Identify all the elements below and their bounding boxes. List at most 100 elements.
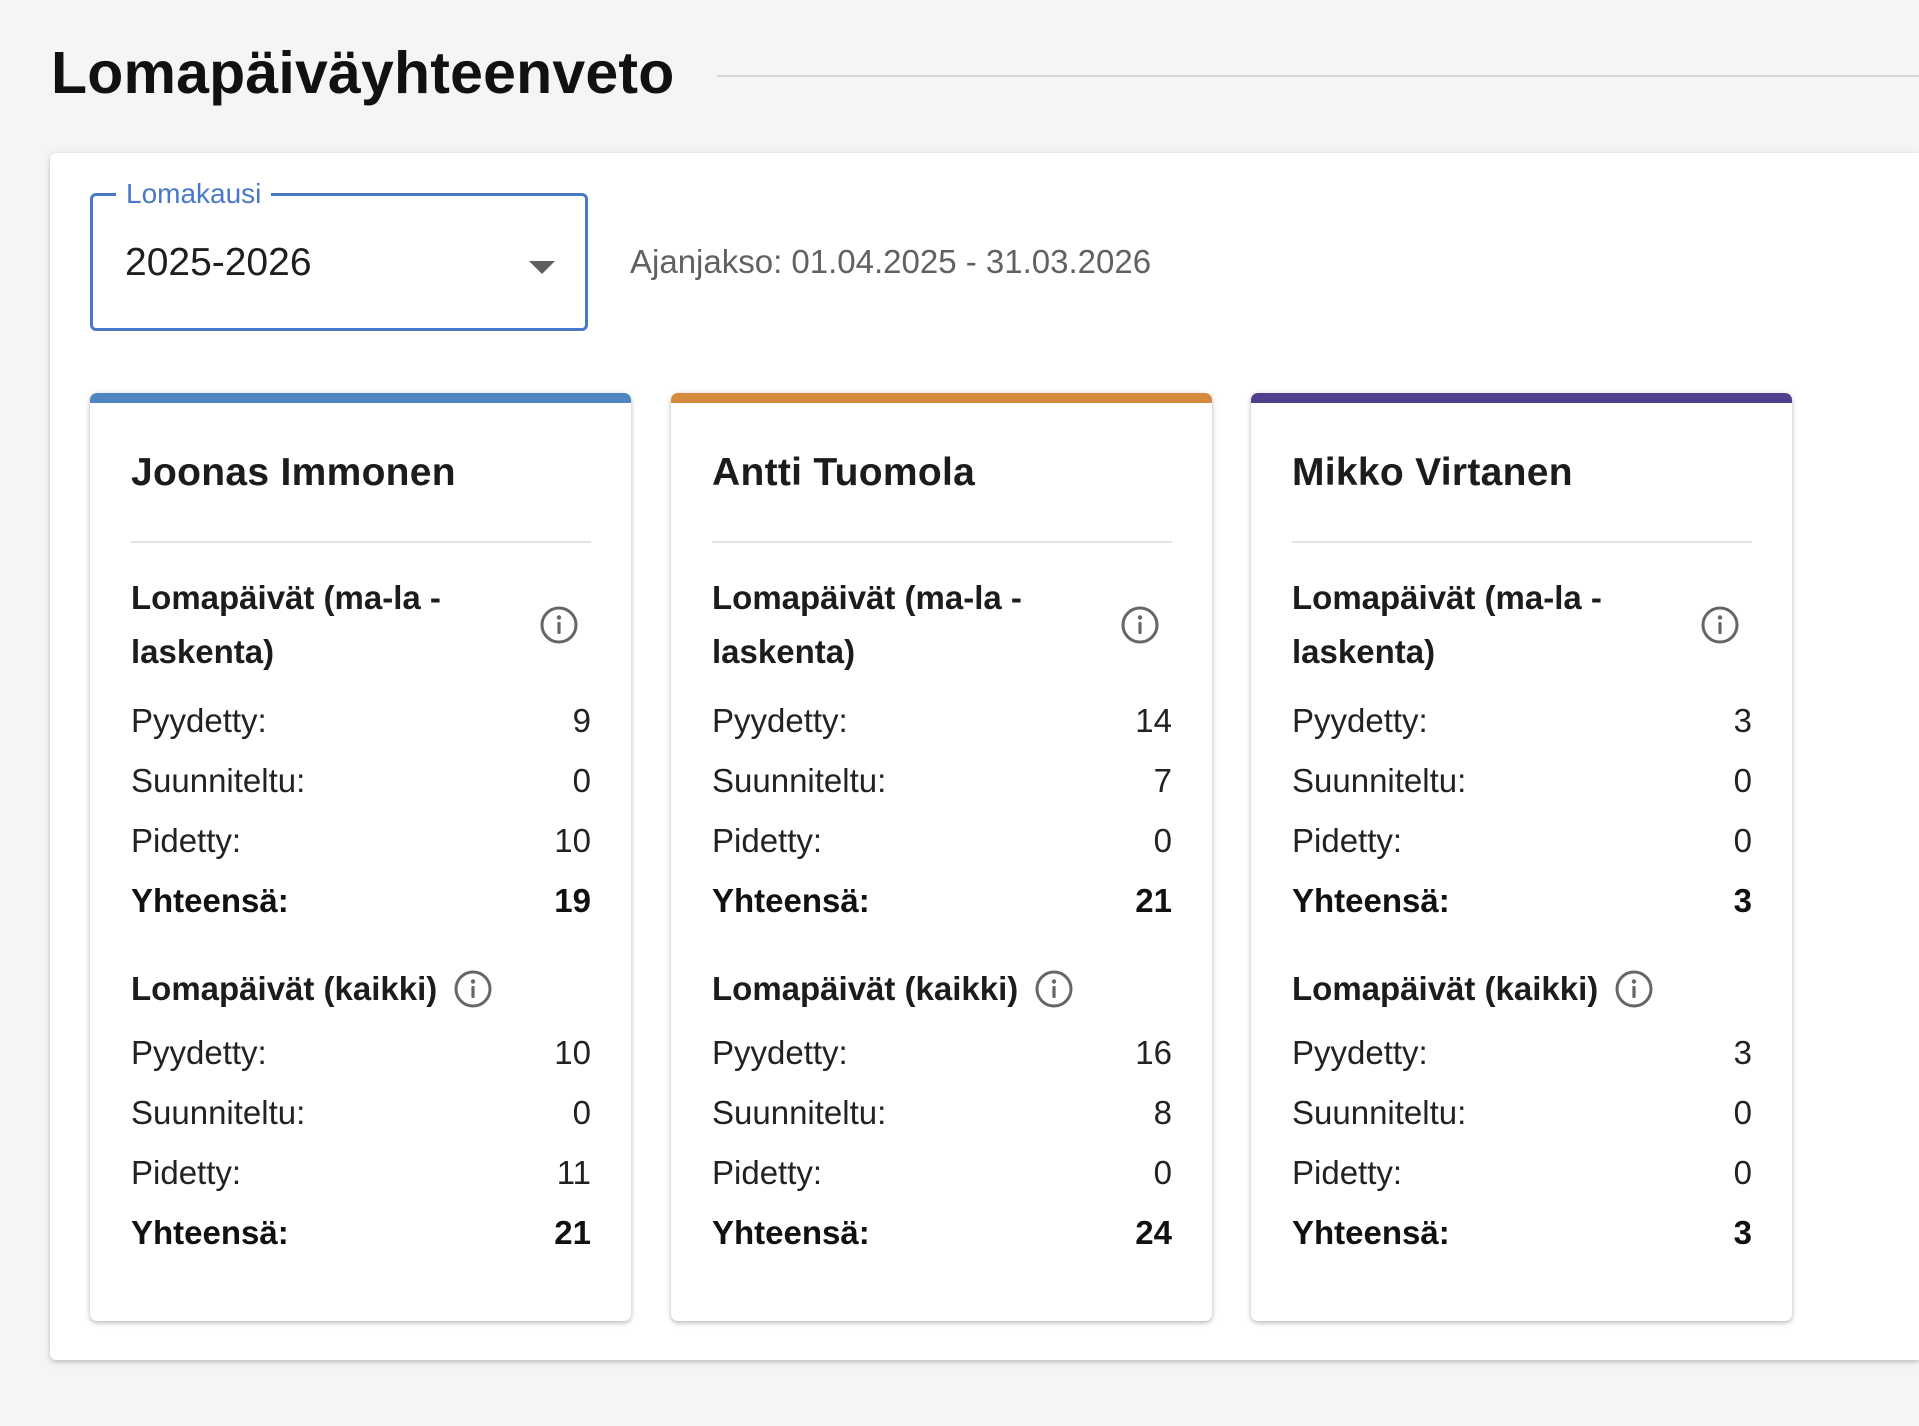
info-icon[interactable] — [1120, 605, 1160, 645]
section-all-header: Lomapäivät (kaikki) — [1292, 967, 1752, 1011]
stat-value: 7 — [1153, 762, 1172, 799]
title-divider — [716, 75, 1919, 77]
stat-row-taken: Pidetty: 10 — [131, 811, 591, 871]
stat-value: 8 — [1153, 1094, 1172, 1131]
page-title: Lomapäiväyhteenveto — [51, 40, 675, 106]
card-accent-bar — [1251, 393, 1792, 403]
stat-row-requested: Pyydetty: 16 — [712, 1023, 1172, 1083]
stat-label: Pyydetty: — [712, 702, 848, 739]
section-workdays-header: Lomapäivät (ma-la - laskenta) — [712, 571, 1172, 679]
stat-label: Pyydetty: — [1292, 702, 1428, 739]
stat-row-requested: Pyydetty: 9 — [131, 691, 591, 751]
stat-row-planned: Suunniteltu: 7 — [712, 751, 1172, 811]
stat-row-planned: Suunniteltu: 8 — [712, 1083, 1172, 1143]
period-text: Ajanjakso: 01.04.2025 - 31.03.2026 — [630, 243, 1152, 280]
stat-row-taken: Pidetty: 11 — [131, 1143, 591, 1203]
section-all-title: Lomapäivät (kaikki) — [131, 970, 438, 1007]
season-select[interactable]: Lomakausi 2025-2026 — [90, 178, 588, 331]
stat-row-planned: Suunniteltu: 0 — [1292, 751, 1752, 811]
stat-value: 21 — [554, 1214, 591, 1251]
stat-value: 0 — [1733, 822, 1752, 859]
stat-label: Pidetty: — [712, 822, 823, 859]
stat-value: 0 — [572, 762, 591, 799]
stat-value: 11 — [556, 1154, 591, 1191]
stat-row-taken: Pidetty: 0 — [712, 1143, 1172, 1203]
stat-label: Yhteensä: — [131, 882, 289, 919]
page-header: Lomapäiväyhteenveto — [51, 33, 1919, 113]
stat-row-planned: Suunniteltu: 0 — [131, 1083, 591, 1143]
info-icon[interactable] — [539, 605, 579, 645]
season-select-value: 2025-2026 — [125, 241, 312, 284]
section-all-title: Lomapäivät (kaikki) — [712, 970, 1019, 1007]
info-icon[interactable] — [453, 969, 493, 1009]
stat-value: 3 — [1733, 1034, 1752, 1071]
stat-value: 14 — [1135, 702, 1172, 739]
section-workdays-header: Lomapäivät (ma-la - laskenta) — [131, 571, 591, 679]
card-divider — [131, 541, 591, 543]
section-workdays-title: Lomapäivät (ma-la - laskenta) — [131, 579, 441, 670]
stat-label: Yhteensä: — [1292, 882, 1450, 919]
stat-row-planned: Suunniteltu: 0 — [1292, 1083, 1752, 1143]
stat-label: Pidetty: — [1292, 1154, 1403, 1191]
stat-label: Suunniteltu: — [131, 1094, 306, 1131]
employee-name: Joonas Immonen — [131, 451, 456, 494]
workdays-stats: Pyydetty: 3 Suunniteltu: 0 Pidetty: 0 Yh… — [1292, 691, 1752, 931]
stat-label: Pidetty: — [131, 1154, 242, 1191]
info-icon[interactable] — [1614, 969, 1654, 1009]
card-accent-bar — [671, 393, 1212, 403]
stat-value: 10 — [554, 822, 591, 859]
stat-value: 3 — [1733, 882, 1752, 919]
stat-label: Pyydetty: — [131, 1034, 267, 1071]
stat-value: 3 — [1733, 1214, 1752, 1251]
stat-label: Pyydetty: — [131, 702, 267, 739]
stat-row-taken: Pidetty: 0 — [1292, 1143, 1752, 1203]
stat-value: 0 — [572, 1094, 591, 1131]
stat-value: 21 — [1135, 882, 1172, 919]
stat-label: Suunniteltu: — [131, 762, 306, 799]
stat-label: Yhteensä: — [131, 1214, 289, 1251]
summary-panel: Lomakausi 2025-2026 Ajanjakso: 01.04.202… — [50, 153, 1919, 1360]
stat-value: 0 — [1733, 1094, 1752, 1131]
employee-name: Mikko Virtanen — [1292, 451, 1573, 494]
stat-value: 3 — [1733, 702, 1752, 739]
stat-label: Suunniteltu: — [1292, 1094, 1467, 1131]
section-all-header: Lomapäivät (kaikki) — [712, 967, 1172, 1011]
all-stats: Pyydetty: 16 Suunniteltu: 8 Pidetty: 0 Y… — [712, 1023, 1172, 1263]
stat-row-taken: Pidetty: 0 — [1292, 811, 1752, 871]
all-stats: Pyydetty: 10 Suunniteltu: 0 Pidetty: 11 … — [131, 1023, 591, 1263]
stat-row-total: Yhteensä: 3 — [1292, 1203, 1752, 1263]
stat-value: 0 — [1153, 1154, 1172, 1191]
stat-value: 0 — [1153, 822, 1172, 859]
stat-value: 0 — [1733, 1154, 1752, 1191]
section-workdays-title: Lomapäivät (ma-la - laskenta) — [712, 579, 1022, 670]
card-divider — [712, 541, 1172, 543]
info-icon[interactable] — [1034, 969, 1074, 1009]
stat-label: Suunniteltu: — [712, 762, 887, 799]
employee-card: Mikko Virtanen Lomapäivät (ma-la - laske… — [1251, 393, 1792, 1321]
info-icon[interactable] — [1700, 605, 1740, 645]
stat-value: 24 — [1135, 1214, 1172, 1251]
stat-value: 19 — [554, 882, 591, 919]
stat-label: Pidetty: — [1292, 822, 1403, 859]
section-workdays-header: Lomapäivät (ma-la - laskenta) — [1292, 571, 1752, 679]
stat-row-requested: Pyydetty: 10 — [131, 1023, 591, 1083]
stat-label: Pidetty: — [712, 1154, 823, 1191]
stat-label: Pidetty: — [131, 822, 242, 859]
stat-value: 16 — [1135, 1034, 1172, 1071]
section-all-title: Lomapäivät (kaikki) — [1292, 970, 1599, 1007]
stat-label: Pyydetty: — [712, 1034, 848, 1071]
stat-value: 0 — [1733, 762, 1752, 799]
card-divider — [1292, 541, 1752, 543]
stat-row-requested: Pyydetty: 3 — [1292, 691, 1752, 751]
stat-label: Pyydetty: — [1292, 1034, 1428, 1071]
stat-value: 10 — [554, 1034, 591, 1071]
workdays-stats: Pyydetty: 9 Suunniteltu: 0 Pidetty: 10 Y… — [131, 691, 591, 931]
stat-label: Suunniteltu: — [1292, 762, 1467, 799]
stat-label: Suunniteltu: — [712, 1094, 887, 1131]
stat-row-total: Yhteensä: 19 — [131, 871, 591, 931]
stat-label: Yhteensä: — [712, 882, 870, 919]
caret-down-icon[interactable] — [529, 261, 555, 274]
stat-value: 9 — [572, 702, 591, 739]
season-select-label: Lomakausi — [116, 178, 272, 210]
stat-row-requested: Pyydetty: 3 — [1292, 1023, 1752, 1083]
